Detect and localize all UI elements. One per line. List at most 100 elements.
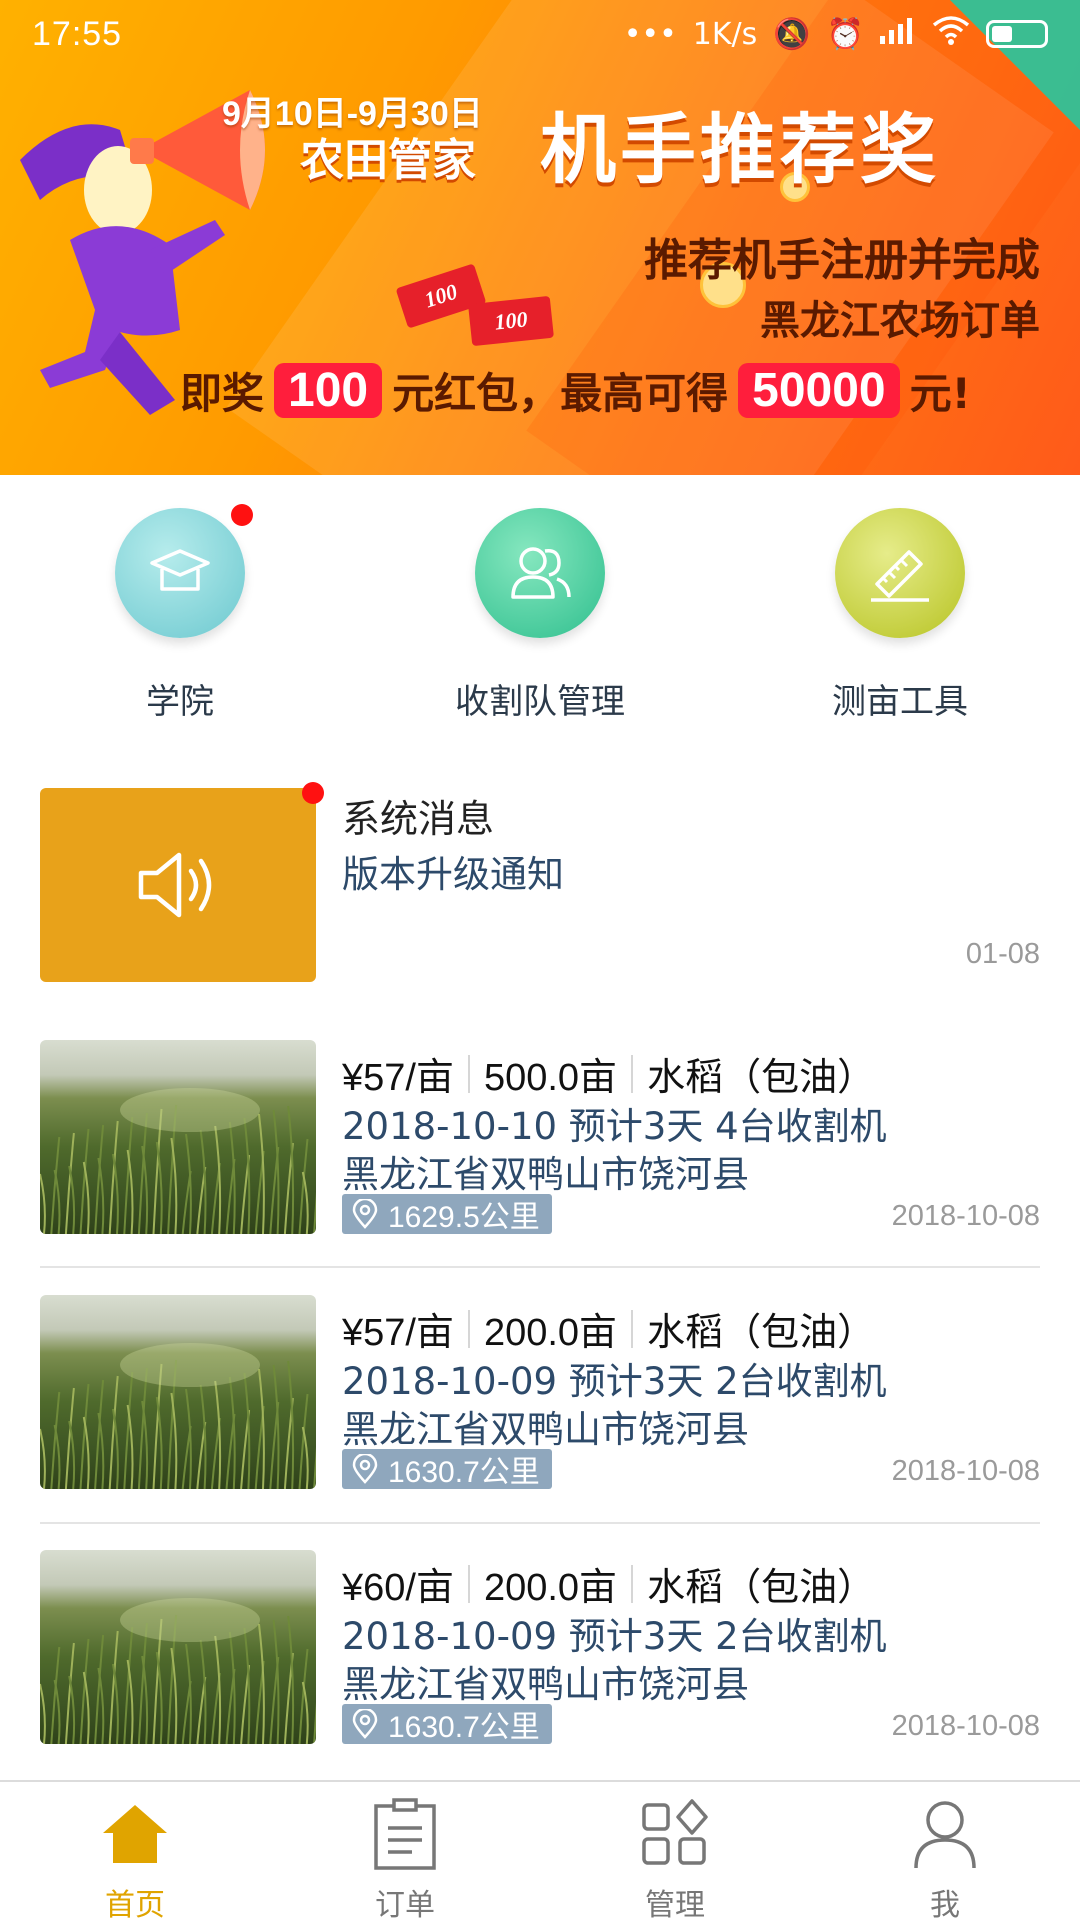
order-distance-badge: 1630.7公里 [342,1449,552,1489]
quick-item-academy[interactable]: 学院 [30,504,330,723]
order-detail: 2018-10-09 预计3天 2台收割机 [342,1360,887,1403]
order-price: ¥57/亩 [342,1057,454,1099]
notification-dot [302,782,324,804]
separator [467,1309,470,1348]
tab-orders[interactable]: 订单 [270,1796,540,1920]
tab-manage[interactable]: 管理 [540,1796,810,1920]
system-message-card[interactable]: 系统消息 版本升级通知 01-08 [40,782,1040,982]
alarm-icon: ⏰ [826,16,864,52]
prize-prefix: 即奖 [180,369,265,418]
users-icon [511,547,571,599]
order-summary: ¥57/亩 200.0亩 水稻（包油） [342,1301,875,1356]
status-icons: ••• 1K/s 🔕 ⏰ [624,15,1048,53]
quick-item-label: 学院 [146,682,214,722]
order-item[interactable]: ¥57/亩 200.0亩 水稻（包油） 2018-10-09 预计3天 2台收割机 黑龙… [40,1295,1040,1489]
location-pin-icon [352,1454,378,1484]
order-crop: 水稻（包油） [647,1567,876,1609]
order-detail: 2018-10-09 预计3天 2台收割机 [342,1615,887,1658]
prize-mid: 元红包，最高可得 [392,369,729,418]
quick-item-harvest-team[interactable]: 收割队管理 [390,508,690,723]
bottom-tab-bar: 首页 订单 管理 我 [0,1780,1080,1920]
order-crop: 水稻（包油） [647,1312,876,1354]
order-item[interactable]: ¥57/亩 500.0亩 水稻（包油） 2018-10-10 预计3天 4台收割机 黑龙… [40,1040,1040,1234]
prize-max: 50000 [738,363,900,418]
separator [467,1564,470,1603]
tab-label: 订单 [375,1888,435,1920]
grid-icon [540,1796,810,1872]
academy-circle[interactable] [115,504,253,638]
battery-icon [986,20,1048,48]
order-location: 黑龙江省双鸭山市饶河县 [342,1153,749,1196]
quick-item-label: 收割队管理 [455,682,625,722]
prize-suffix: 元! [909,369,971,418]
net-speed: 1K/s [692,16,758,52]
order-area: 200.0亩 [483,1312,618,1354]
tab-home[interactable]: 首页 [0,1796,270,1920]
banner-line-1: 推荐机手注册并完成 [644,235,1040,286]
order-area: 200.0亩 [483,1567,618,1609]
order-photo [40,1040,316,1234]
clipboard-icon [270,1796,540,1872]
mute-icon: 🔕 [773,16,811,52]
separator [631,1564,634,1603]
location-pin-icon [352,1709,378,1739]
order-summary: ¥60/亩 200.0亩 水稻（包油） [342,1556,875,1611]
system-message-date: 01-08 [965,938,1040,970]
list-divider [40,1522,1040,1524]
order-summary: ¥57/亩 500.0亩 水稻（包油） [342,1046,875,1101]
banknote-decoration: 100 [468,295,554,347]
dots-icon: ••• [623,16,677,52]
tab-label: 管理 [645,1888,705,1920]
separator [631,1309,634,1348]
measure-tool-circle[interactable] [835,508,965,638]
banner-title: 机手推荐奖 [540,105,940,194]
quick-item-measure-tool[interactable]: 测亩工具 [750,508,1050,723]
notification-dot [231,504,253,526]
order-area: 500.0亩 [483,1057,618,1099]
banner-brand: 农田管家 [300,135,476,186]
order-price: ¥60/亩 [342,1567,454,1609]
status-bar: 17:55 ••• 1K/s 🔕 ⏰ [0,0,1080,68]
tab-me[interactable]: 我 [810,1796,1080,1920]
order-location: 黑龙江省双鸭山市饶河县 [342,1663,749,1706]
order-price: ¥57/亩 [342,1312,454,1354]
order-distance: 1630.7公里 [388,1711,540,1744]
system-message-title: 系统消息 [342,797,495,841]
system-message-subtitle: 版本升级通知 [342,853,564,896]
list-divider [40,1266,1040,1268]
order-date: 2018-10-08 [891,1710,1040,1742]
tab-label: 首页 [105,1888,165,1920]
speaker-icon [138,852,212,918]
graduation-cap-icon [150,549,210,591]
order-crop: 水稻（包油） [647,1057,876,1099]
ruler-icon [871,550,929,602]
order-photo [40,1295,316,1489]
harvest-team-circle[interactable] [475,508,605,638]
separator [467,1054,470,1093]
home-icon [0,1796,270,1872]
order-distance: 1629.5公里 [388,1201,540,1234]
order-distance-badge: 1630.7公里 [342,1704,552,1744]
order-detail: 2018-10-10 预计3天 4台收割机 [342,1105,887,1148]
order-photo [40,1550,316,1744]
person-icon [810,1796,1080,1872]
tab-label: 我 [930,1888,960,1920]
quick-menu: 学院 收割队管理 测亩工具 [0,504,1080,738]
separator [631,1054,634,1093]
wifi-icon [932,15,970,53]
order-date: 2018-10-08 [891,1200,1040,1232]
order-date: 2018-10-08 [891,1455,1040,1487]
location-pin-icon [352,1199,378,1229]
banner-line-2: 黑龙江农场订单 [760,298,1040,344]
banner-prize-text: 即奖 100 元红包，最高可得 50000 元! [180,360,971,421]
order-item[interactable]: ¥60/亩 200.0亩 水稻（包油） 2018-10-09 预计3天 2台收割机 黑龙… [40,1550,1040,1744]
order-distance-badge: 1629.5公里 [342,1194,552,1234]
system-message-thumbnail [40,788,316,982]
order-location: 黑龙江省双鸭山市饶河县 [342,1408,749,1451]
status-time: 17:55 [32,14,123,53]
promo-banner[interactable]: 17:55 ••• 1K/s 🔕 ⏰ 100 100 9月10日-9月30日 农… [0,0,1080,475]
order-distance: 1630.7公里 [388,1456,540,1489]
prize-amount: 100 [274,363,383,418]
signal-icon [880,16,916,52]
quick-item-label: 测亩工具 [832,682,968,722]
